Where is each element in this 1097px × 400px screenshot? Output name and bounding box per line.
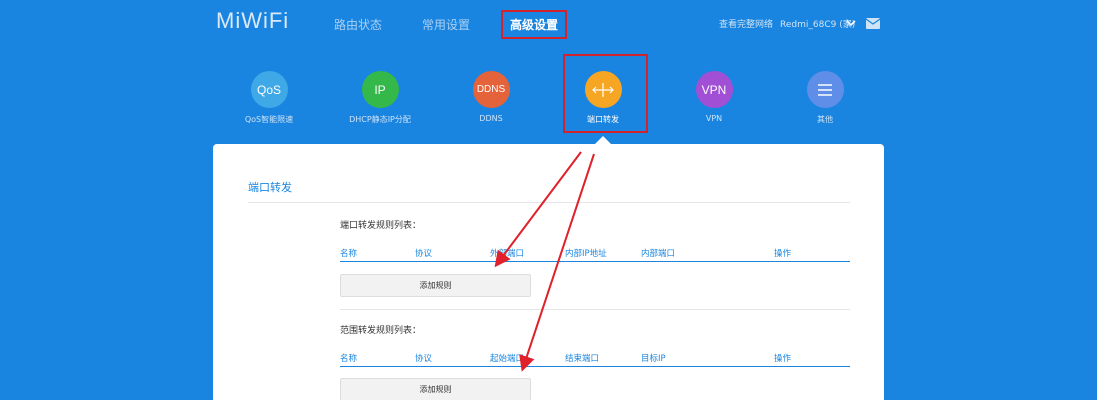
annotation-arrows	[494, 151, 595, 372]
annotation-arrow	[519, 153, 595, 372]
annotation-arrow	[494, 151, 582, 268]
